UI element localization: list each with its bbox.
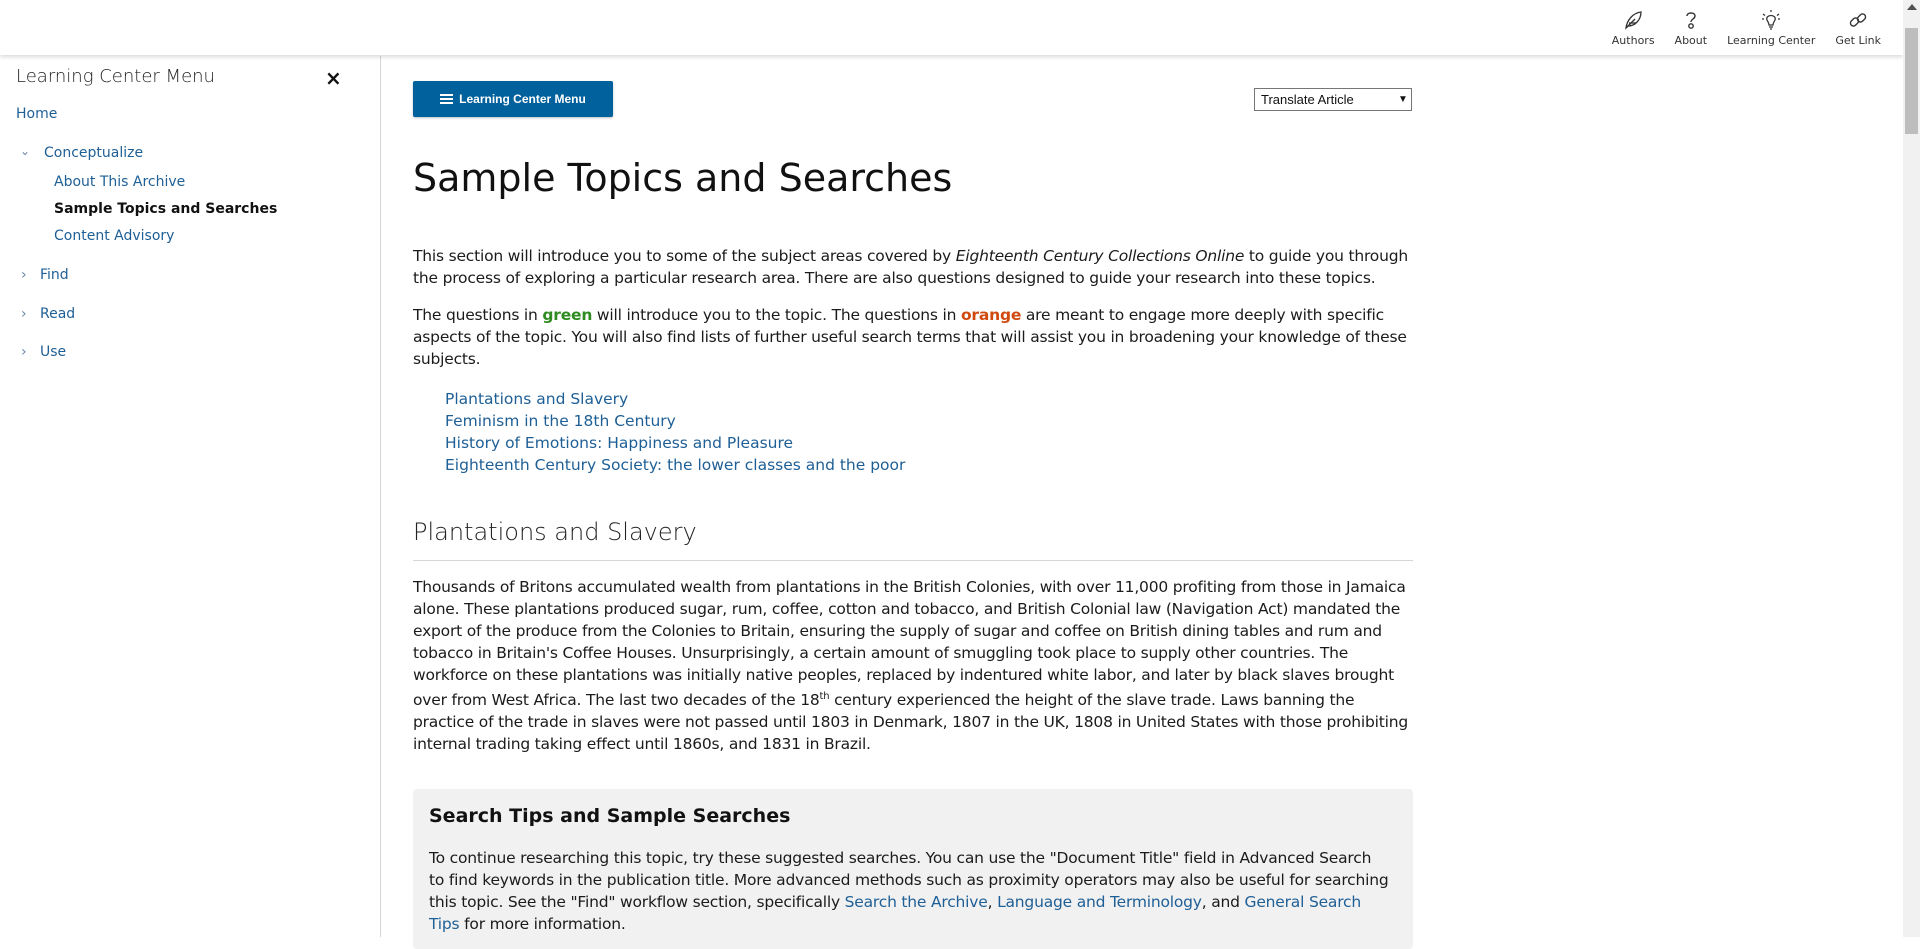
section-title: Plantations and Slavery: [413, 518, 697, 546]
sidebar-item-conceptualize[interactable]: Conceptualize: [44, 145, 143, 161]
page-scrollbar[interactable]: [1903, 0, 1920, 937]
learning-center-sidebar: Learning Center Menu × Home ⌄ Conceptual…: [0, 56, 381, 937]
search-tips-title: Search Tips and Sample Searches: [429, 805, 791, 827]
scroll-up-arrow-icon[interactable]: [1907, 4, 1917, 10]
sidebar-title: Learning Center Menu: [16, 66, 215, 87]
search-the-archive-link[interactable]: Search the Archive: [845, 893, 988, 911]
get-link-label: Get Link: [1835, 34, 1881, 47]
about-label: About: [1674, 34, 1708, 47]
authors-label: Authors: [1611, 34, 1655, 47]
top-header: Authors About Learning Center Get Link: [0, 0, 1903, 55]
list-item: Plantations and Slavery: [445, 388, 905, 410]
learning-center-button[interactable]: Learning Center: [1717, 8, 1825, 47]
list-item: Eighteenth Century Society: the lower cl…: [445, 454, 905, 476]
topic-link-plantations[interactable]: Plantations and Slavery: [445, 390, 628, 408]
close-icon[interactable]: ×: [325, 68, 342, 88]
sidebar-item-home[interactable]: Home: [16, 106, 57, 122]
intro-paragraph: This section will introduce you to some …: [413, 245, 1413, 289]
ordinal-suffix: th: [819, 691, 830, 702]
learning-center-label: Learning Center: [1727, 34, 1816, 47]
header-tools: Authors About Learning Center Get Link: [1602, 8, 1891, 47]
separator: , and: [1201, 893, 1245, 911]
feather-icon: [1625, 11, 1642, 30]
sidebar-item-content-advisory[interactable]: Content Advisory: [54, 228, 174, 244]
body-text: Thousands of Britons accumulated wealth …: [413, 578, 1406, 710]
list-item: History of Emotions: Happiness and Pleas…: [445, 432, 905, 454]
section-divider: [413, 560, 1413, 561]
separator: ,: [987, 893, 998, 911]
list-item: Feminism in the 18th Century: [445, 410, 905, 432]
authors-button[interactable]: Authors: [1602, 8, 1665, 47]
tips-text: for more information.: [459, 915, 626, 933]
topic-link-society[interactable]: Eighteenth Century Society: the lower cl…: [445, 456, 905, 474]
chevron-down-icon[interactable]: ⌄: [20, 144, 30, 158]
get-link-button[interactable]: Get Link: [1825, 8, 1891, 47]
sidebar-item-read[interactable]: Read: [40, 306, 75, 322]
question-icon: [1686, 12, 1696, 29]
legend-text: will introduce you to the topic. The que…: [592, 306, 961, 324]
intro-text: This section will introduce you to some …: [413, 247, 956, 265]
color-legend-paragraph: The questions in green will introduce yo…: [413, 304, 1413, 370]
translate-article-select[interactable]: Translate Article ▼: [1254, 88, 1412, 111]
about-button[interactable]: About: [1665, 8, 1718, 47]
topic-link-feminism[interactable]: Feminism in the 18th Century: [445, 412, 676, 430]
chevron-right-icon[interactable]: ›: [21, 267, 27, 283]
chevron-right-icon[interactable]: ›: [21, 306, 27, 322]
sidebar-item-use[interactable]: Use: [40, 344, 66, 360]
menu-button-label: Learning Center Menu: [459, 92, 586, 106]
section-body: Thousands of Britons accumulated wealth …: [413, 576, 1413, 755]
sidebar-item-about-this-archive[interactable]: About This Archive: [54, 174, 185, 190]
scroll-thumb[interactable]: [1905, 28, 1918, 134]
lightbulb-icon: [1762, 10, 1781, 30]
learning-center-menu-button[interactable]: Learning Center Menu: [413, 81, 613, 117]
collection-name: Eighteenth Century Collections Online: [955, 247, 1245, 265]
chevron-right-icon[interactable]: ›: [21, 344, 27, 360]
legend-text: The questions in: [413, 306, 543, 324]
page-title: Sample Topics and Searches: [413, 156, 953, 200]
hamburger-icon: [440, 92, 454, 106]
search-tips-text: To continue researching this topic, try …: [429, 847, 1389, 935]
topic-link-emotions[interactable]: History of Emotions: Happiness and Pleas…: [445, 434, 793, 452]
language-terminology-link[interactable]: Language and Terminology: [997, 893, 1202, 911]
sidebar-item-find[interactable]: Find: [40, 267, 69, 283]
green-label: green: [542, 306, 593, 324]
chevron-down-icon: ▼: [1398, 94, 1408, 105]
topic-links-list: Plantations and Slavery Feminism in the …: [445, 388, 905, 476]
search-tips-box: Search Tips and Sample Searches To conti…: [413, 789, 1413, 949]
orange-label: orange: [960, 306, 1022, 324]
translate-selected-value: Translate Article: [1261, 92, 1354, 107]
link-icon: [1849, 13, 1867, 27]
sidebar-item-sample-topics[interactable]: Sample Topics and Searches: [54, 201, 277, 217]
